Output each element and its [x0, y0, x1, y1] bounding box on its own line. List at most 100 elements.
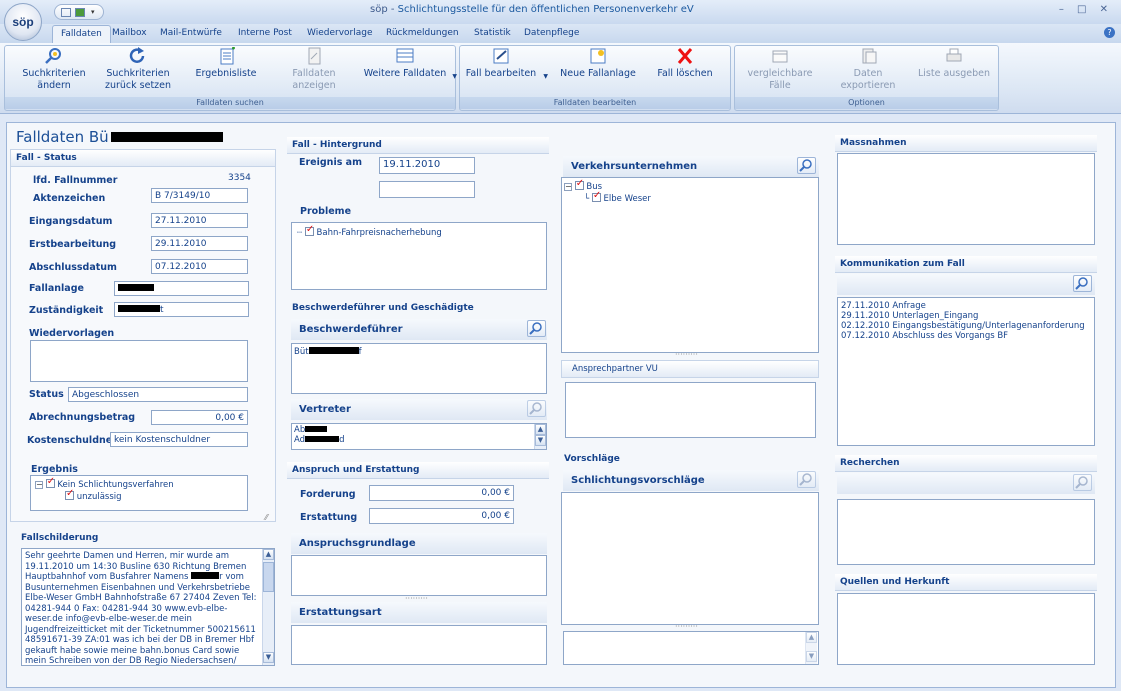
beschwerdefuehrer-list[interactable]: Büt f [291, 343, 547, 394]
recherchen-list[interactable] [837, 499, 1095, 565]
falldaten-anzeigen-button[interactable]: Falldaten anzeigen [270, 47, 358, 92]
liste-ausgeben-button[interactable]: Liste ausgeben [914, 47, 994, 80]
aktenzeichen-field[interactable]: B 7/3149/10 [151, 188, 248, 203]
daten-exportieren-button[interactable]: Daten exportieren [826, 47, 910, 92]
tree-item[interactable]: unzulässig [65, 488, 122, 502]
scrollbar[interactable]: ▲ ▼ [534, 424, 546, 449]
tab-datenpflege[interactable]: Datenpflege [524, 27, 579, 39]
search-icon[interactable] [797, 471, 816, 488]
beschwerdefuehrer-header: Beschwerdeführer [291, 319, 547, 340]
scrollbar[interactable]: ▲ ▼ [262, 549, 274, 665]
weitere-falldaten-button[interactable]: Weitere Falldaten ▼ [359, 47, 457, 80]
wiedervorlagen-list[interactable] [30, 340, 248, 382]
erstattung-field[interactable]: 0,00 € [369, 508, 514, 524]
beschwerde-panel-header: Beschwerdeführer und Geschädigte [292, 303, 474, 313]
zustaendigkeit-field[interactable]: t [114, 302, 249, 317]
zustaendigkeit-label: Zuständigkeit [29, 305, 104, 316]
list-item[interactable]: 27.11.2010 Anfrage [841, 301, 1091, 311]
scroll-down-icon: ▼ [806, 651, 817, 662]
verkehrsunternehmen-tree[interactable]: − Bus └ Elbe Weser [561, 177, 819, 353]
checkbox-icon[interactable] [65, 488, 74, 500]
chevron-down-icon[interactable]: ▼ [543, 71, 548, 83]
erstattungsart-list[interactable] [291, 625, 547, 665]
checkbox-icon[interactable] [304, 224, 314, 236]
probleme-list[interactable]: ┈ Bahn-Fahrpreisnacherhebung [291, 222, 547, 290]
fallschilderung-textarea[interactable]: Sehr geehrte Damen und Herren, mir wurde… [21, 548, 275, 666]
scroll-down-icon: ▼ [535, 435, 546, 446]
list-item[interactable]: 29.11.2010 Unterlagen_Eingang [841, 311, 1091, 321]
ergebnisliste-button[interactable]: Ergebnisliste [190, 46, 262, 80]
list-item[interactable]: 07.12.2010 Abschluss des Vorgangs BF [841, 331, 1091, 341]
tab-mail-entwuerfe[interactable]: Mail-Entwürfe [160, 27, 222, 39]
quick-access-toolbar[interactable]: ▾ [54, 4, 104, 20]
ereignis-date-field[interactable]: 19.11.2010 [379, 157, 475, 174]
search-icon[interactable] [1073, 474, 1092, 491]
tree-item[interactable]: ┈ Bahn-Fahrpreisnacherhebung [297, 224, 442, 238]
vorschlag-detail-textarea[interactable] [563, 631, 819, 665]
list-item[interactable]: 02.12.2010 Eingangsbestätigung/Unterlage… [841, 321, 1091, 331]
schlichtungsvorschlaege-list[interactable] [561, 492, 819, 625]
chevron-down-icon[interactable]: ▼ [452, 71, 457, 83]
abschlussdatum-field[interactable]: 07.12.2010 [151, 259, 248, 274]
fallanlage-field[interactable] [114, 281, 249, 296]
scrollbar[interactable]: ▲ ▼ [805, 632, 817, 664]
vertreter-list[interactable]: Ab Ad d [291, 423, 547, 450]
search-icon[interactable] [797, 157, 816, 174]
suchkriterien-reset-button[interactable]: Suchkriterien zurück setzen [102, 47, 174, 92]
splitter-grip-icon[interactable]: ········· [675, 622, 698, 631]
abrechnungsbetrag-field[interactable]: 0,00 € [151, 410, 248, 425]
collapse-icon[interactable]: − [564, 183, 572, 191]
erstattung-label: Erstattung [300, 512, 358, 523]
qat-dropdown-icon[interactable]: ▾ [91, 8, 101, 17]
schlichtungsvorschlaege-header: Schlichtungsvorschläge [563, 470, 819, 491]
ansprechpartner-list[interactable] [565, 382, 816, 438]
tab-wiedervorlage[interactable]: Wiedervorlage [307, 27, 373, 39]
suchkriterien-aendern-button[interactable]: Suchkriterien ändern [8, 47, 100, 92]
tab-mailbox[interactable]: Mailbox [112, 27, 147, 39]
kommunikation-list[interactable]: 27.11.2010 Anfrage 29.11.2010 Unterlagen… [837, 297, 1095, 446]
splitter-grip-icon[interactable]: ········· [675, 350, 698, 359]
checkbox-icon[interactable] [574, 178, 584, 190]
checkbox-icon[interactable] [45, 476, 55, 488]
ereignis-time-field[interactable] [379, 181, 475, 198]
resize-grip-icon[interactable]: ⁄⁄ [265, 513, 268, 522]
anspruchsgrundlage-list[interactable] [291, 555, 547, 596]
ergebnis-tree[interactable]: − Kein Schlichtungsverfahren unzulässig [30, 475, 248, 511]
tree-item[interactable]: − Kein Schlichtungsverfahren [35, 476, 174, 490]
vertreter-header: Vertreter [291, 399, 547, 420]
aktenzeichen-label: Aktenzeichen [33, 193, 106, 204]
eingangsdatum-field[interactable]: 27.11.2010 [151, 213, 248, 228]
checkbox-icon[interactable] [591, 190, 601, 202]
tab-statistik[interactable]: Statistik [474, 27, 511, 39]
list-icon [215, 46, 237, 65]
abrechnungsbetrag-label: Abrechnungsbetrag [29, 412, 136, 423]
fall-bearbeiten-button[interactable]: Fall bearbeiten ▼ [462, 47, 548, 80]
qat-doc-icon[interactable] [61, 8, 71, 17]
vergleichbare-faelle-button[interactable]: vergleichbare Fälle [736, 47, 824, 92]
app-logo-button[interactable]: söp [4, 3, 42, 41]
search-icon[interactable] [1073, 275, 1092, 292]
tab-rueckmeldungen[interactable]: Rückmeldungen [386, 27, 459, 39]
window-icon [769, 47, 791, 65]
qat-image-icon[interactable] [75, 8, 85, 17]
kommunikation-panel-header: Kommunikation zum Fall [835, 256, 1097, 273]
tab-interne-post[interactable]: Interne Post [238, 27, 292, 39]
search-icon[interactable] [527, 400, 546, 417]
help-icon[interactable]: ? [1104, 27, 1115, 38]
status-field[interactable]: Abgeschlossen [68, 387, 248, 402]
tree-item[interactable]: └ Elbe Weser [584, 190, 651, 204]
collapse-icon[interactable]: − [35, 481, 43, 489]
massnahmen-list[interactable] [837, 153, 1095, 245]
search-icon[interactable] [527, 320, 546, 337]
abschlussdatum-label: Abschlussdatum [29, 262, 117, 273]
quellen-list[interactable] [837, 593, 1095, 665]
lfd-fallnummer-label: lfd. Fallnummer [33, 175, 118, 186]
neue-fallanlage-button[interactable]: Neue Fallanlage [560, 47, 636, 80]
window-controls[interactable]: – □ ✕ [1059, 4, 1113, 15]
lfd-fallnummer-value: 3354 [228, 173, 251, 183]
erstbearbeitung-field[interactable]: 29.11.2010 [151, 236, 248, 251]
kostenschuldner-field[interactable]: kein Kostenschuldner [110, 432, 248, 447]
forderung-field[interactable]: 0,00 € [369, 485, 514, 501]
fall-loeschen-button[interactable]: Fall löschen [650, 47, 720, 80]
tab-falldaten[interactable]: Falldaten [52, 25, 111, 43]
